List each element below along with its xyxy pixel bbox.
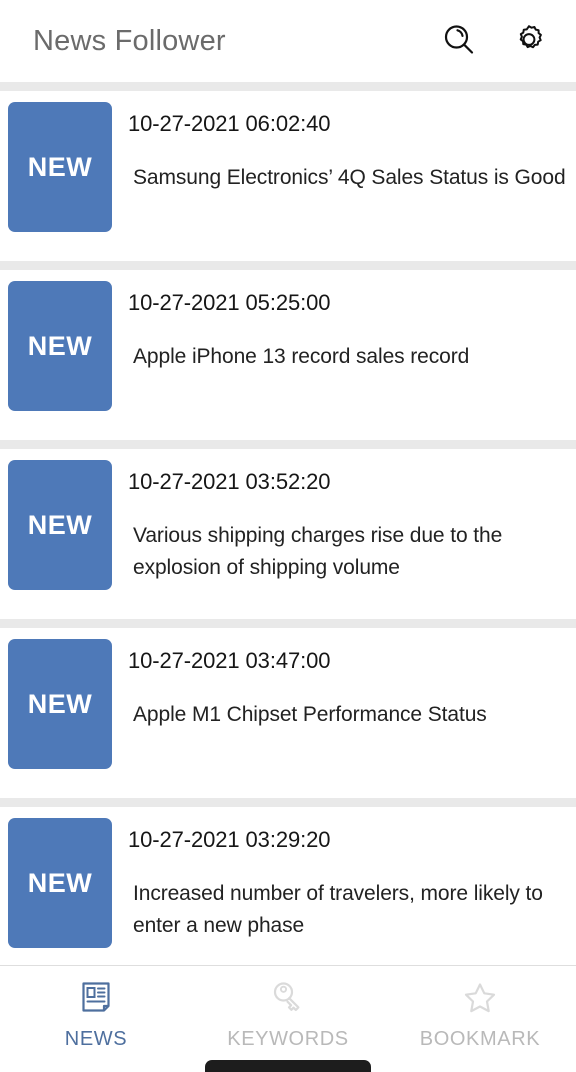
tab-news-label: NEWS (64, 1027, 128, 1050)
home-indicator (205, 1060, 371, 1072)
news-timestamp: 10-27-2021 03:29:20 (128, 827, 331, 852)
page-title: News Follower (33, 24, 226, 57)
news-headline: Various shipping charges rise due to the… (133, 524, 503, 579)
bottom-navigation: NEWS KEYWORDS BOOKMARK (0, 965, 576, 1072)
list-item[interactable]: NEW 10-27-2021 06:02:40 Samsung Electron… (0, 91, 576, 261)
news-timestamp: 10-27-2021 03:47:00 (128, 648, 331, 673)
new-badge: NEW (8, 818, 112, 948)
tab-bookmark[interactable]: BOOKMARK (384, 966, 576, 1056)
news-timestamp: 10-27-2021 05:25:00 (128, 290, 331, 315)
tab-bookmark-label: BOOKMARK (419, 1027, 541, 1050)
header-actions (438, 20, 550, 62)
key-icon (268, 978, 308, 1021)
news-content: 10-27-2021 03:29:20 Increased number of … (112, 818, 566, 942)
news-headline: Increased number of travelers, more like… (133, 882, 543, 937)
app-header: News Follower (0, 0, 576, 82)
news-headline: Apple M1 Chipset Performance Status (133, 703, 487, 726)
new-badge: NEW (8, 102, 112, 232)
news-content: 10-27-2021 03:47:00 Apple M1 Chipset Per… (112, 639, 566, 731)
news-headline: Apple iPhone 13 record sales record (133, 345, 470, 368)
app-root: News Follower NEW 10-27-2021 06:02:40 Sa… (0, 0, 576, 1072)
search-button[interactable] (438, 20, 480, 62)
tab-keywords-label: KEYWORDS (227, 1027, 349, 1050)
settings-button[interactable] (508, 20, 550, 62)
news-list[interactable]: NEW 10-27-2021 06:02:40 Samsung Electron… (0, 82, 576, 965)
tab-news[interactable]: NEWS (0, 966, 192, 1056)
newspaper-icon (76, 978, 116, 1021)
news-content: 10-27-2021 06:02:40 Samsung Electronics’… (112, 102, 566, 194)
tab-keywords[interactable]: KEYWORDS (192, 966, 384, 1056)
news-timestamp: 10-27-2021 06:02:40 (128, 111, 331, 136)
gear-icon (511, 22, 547, 61)
list-item[interactable]: NEW 10-27-2021 03:29:20 Increased number… (0, 807, 576, 965)
list-item[interactable]: NEW 10-27-2021 03:52:20 Various shipping… (0, 449, 576, 619)
news-content: 10-27-2021 05:25:00 Apple iPhone 13 reco… (112, 281, 566, 373)
list-item[interactable]: NEW 10-27-2021 03:47:00 Apple M1 Chipset… (0, 628, 576, 798)
news-headline: Samsung Electronics’ 4Q Sales Status is … (133, 166, 566, 189)
new-badge: NEW (8, 460, 112, 590)
new-badge: NEW (8, 639, 112, 769)
list-item[interactable]: NEW 10-27-2021 05:25:00 Apple iPhone 13 … (0, 270, 576, 440)
new-badge: NEW (8, 281, 112, 411)
news-timestamp: 10-27-2021 03:52:20 (128, 469, 331, 494)
news-content: 10-27-2021 03:52:20 Various shipping cha… (112, 460, 566, 584)
search-icon (441, 22, 477, 61)
star-icon (460, 978, 500, 1021)
